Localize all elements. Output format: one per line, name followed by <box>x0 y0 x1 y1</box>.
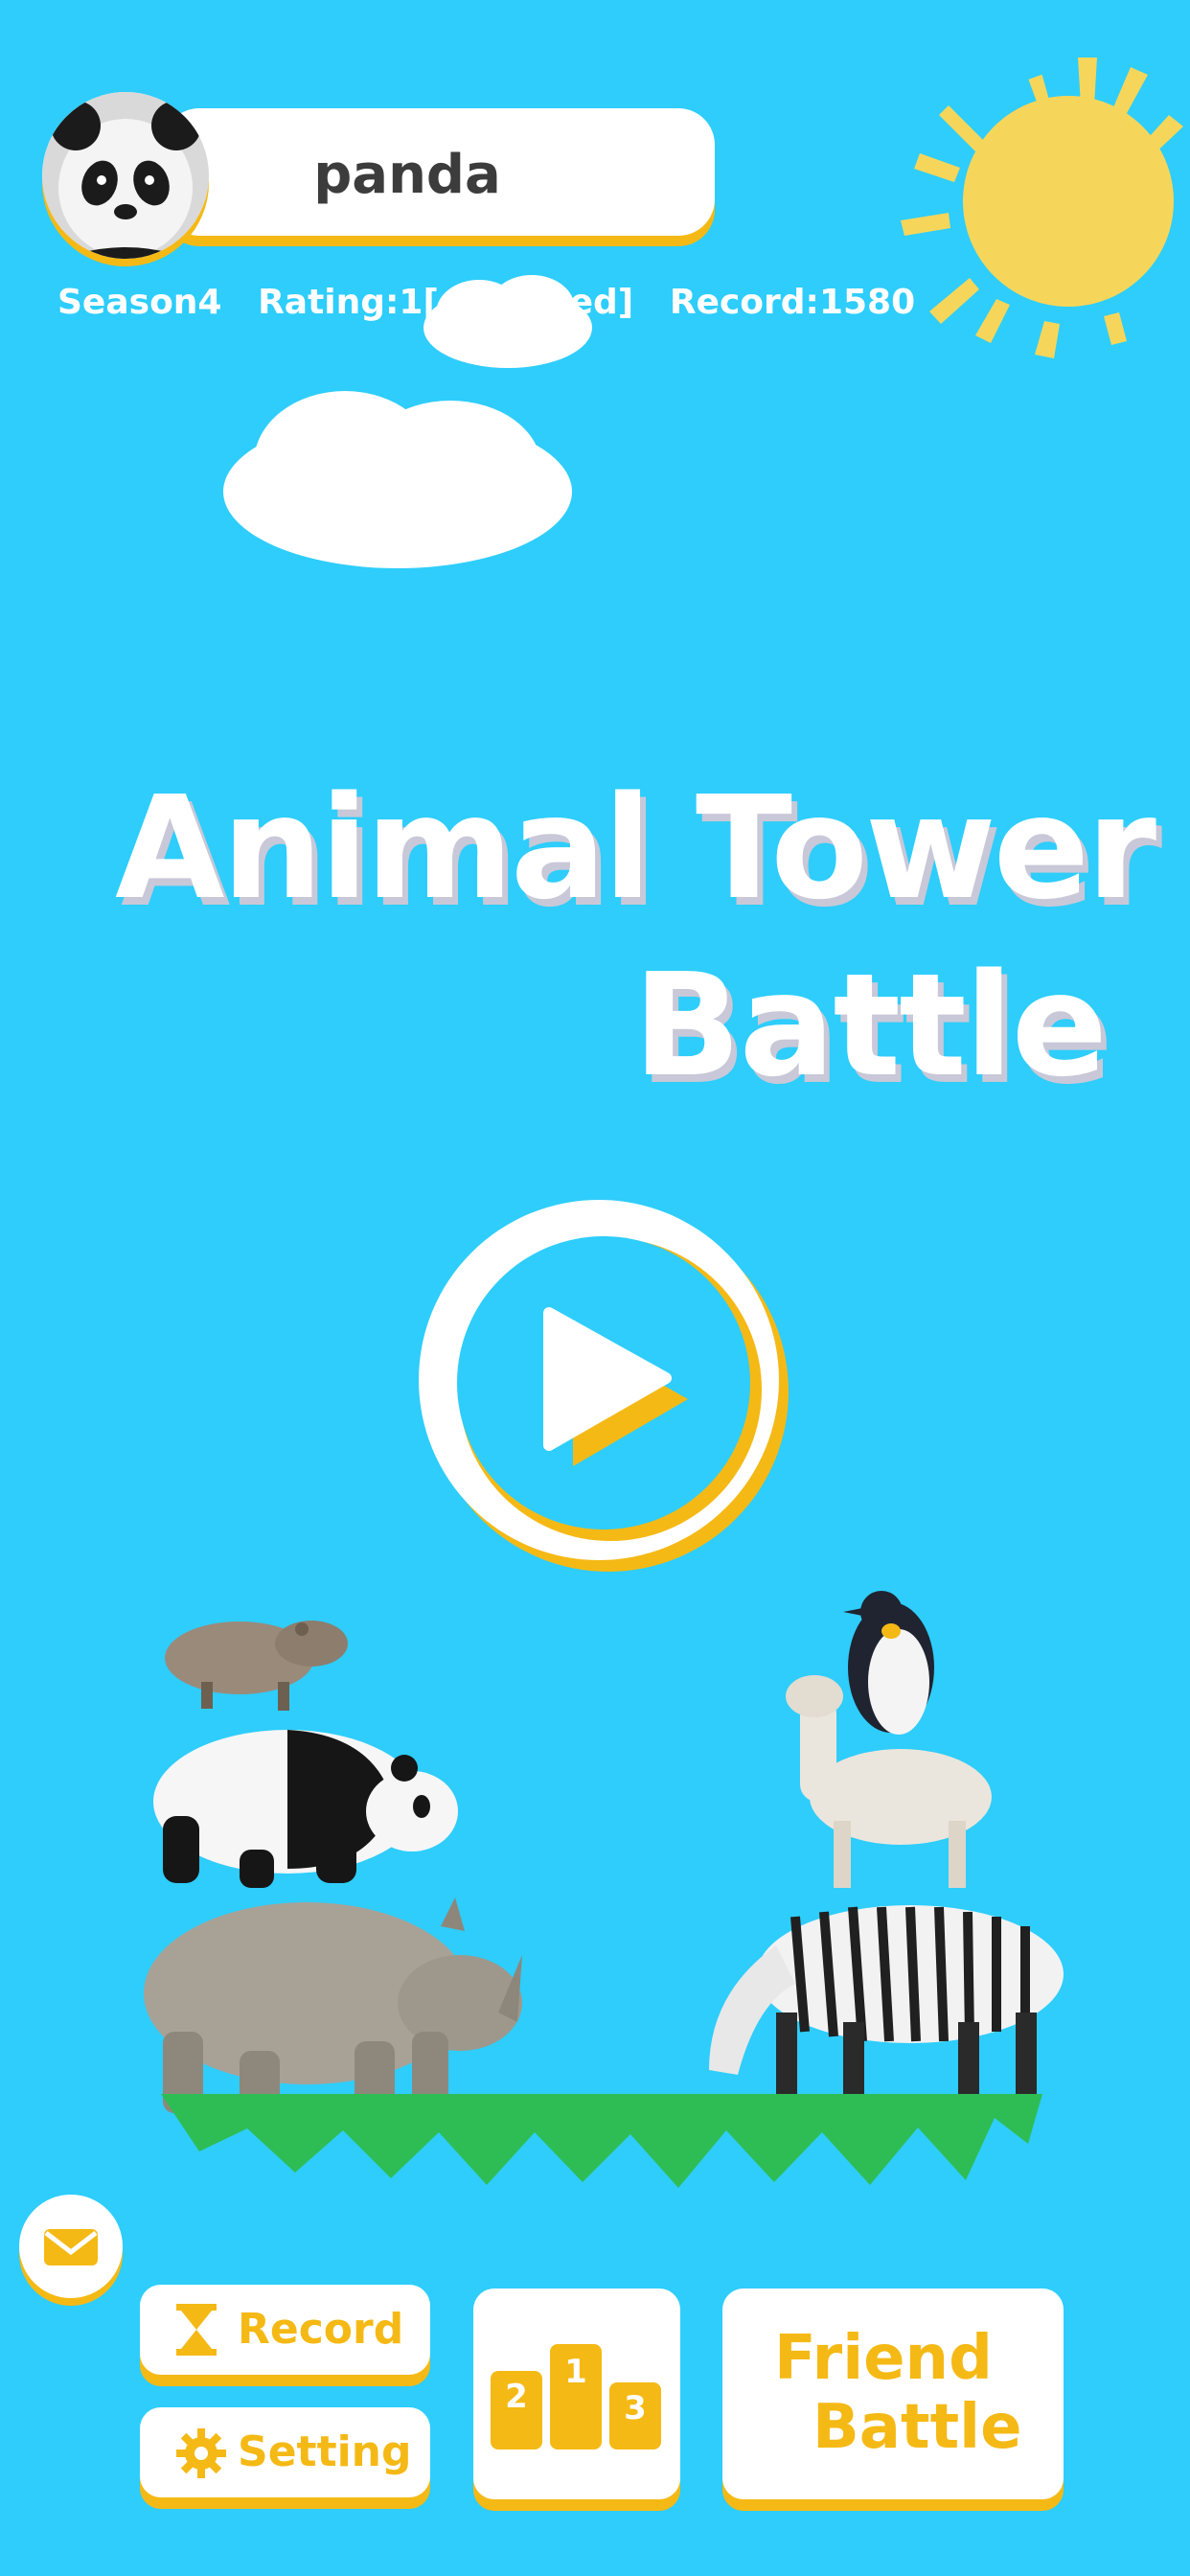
ranking-button[interactable]: 2 1 3 <box>473 2288 680 2499</box>
podium-icon: 2 1 3 <box>491 2344 661 2450</box>
panda-figure <box>153 1730 458 1888</box>
record-label: Record <box>238 2305 404 2354</box>
zebra-figure <box>709 1905 1064 2104</box>
game-title-line1: Animal Tower <box>115 766 1156 931</box>
mail-icon <box>44 2229 98 2266</box>
sun-icon <box>901 58 1183 358</box>
gear-icon <box>176 2428 226 2478</box>
friend-battle-line1: Friend <box>774 2323 993 2394</box>
hourglass-icon <box>176 2304 217 2356</box>
record-button[interactable]: Record <box>140 2285 430 2375</box>
season-stats: Season4 Rating:1[obscured] Record:1580 <box>57 283 916 322</box>
profile-name: panda <box>313 144 501 206</box>
animal-stack-right <box>709 1591 1064 2104</box>
setting-label: Setting <box>238 2427 412 2476</box>
panda-avatar-icon <box>42 92 209 259</box>
friend-battle-line2: Battle <box>812 2392 1022 2463</box>
penguin-figure <box>843 1591 934 1735</box>
capybara-figure <box>165 1621 348 1711</box>
podium-rank-2: 2 <box>505 2378 528 2416</box>
animal-stack-left <box>144 1621 522 2113</box>
podium-rank-1: 1 <box>564 2353 587 2391</box>
setting-button[interactable]: Setting <box>140 2407 430 2497</box>
play-button[interactable] <box>407 1188 800 1581</box>
avatar[interactable] <box>42 92 209 259</box>
friend-battle-button[interactable]: Friend Battle <box>722 2288 1064 2499</box>
mail-button[interactable] <box>19 2195 123 2298</box>
rhino-figure <box>144 1898 522 2113</box>
cloud-large <box>223 391 572 568</box>
ground-platform <box>161 2094 1042 2188</box>
podium-rank-3: 3 <box>624 2389 647 2427</box>
game-title-line2: Battle <box>632 943 1108 1108</box>
